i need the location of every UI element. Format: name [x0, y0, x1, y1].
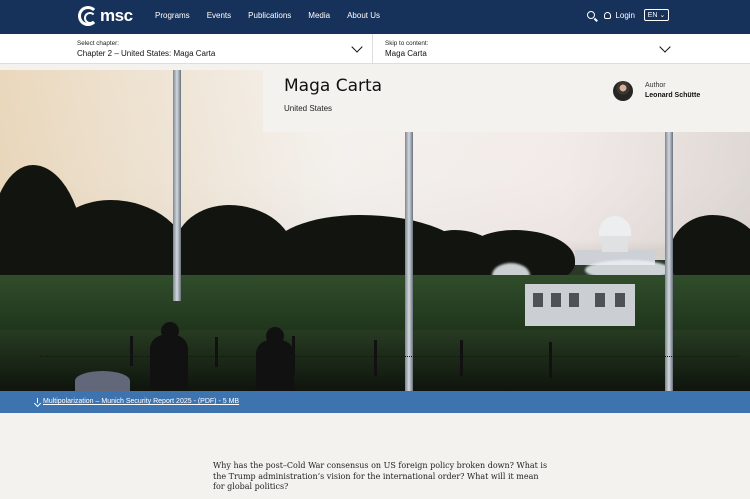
- user-icon: [604, 11, 612, 19]
- chapter-navigation: Select chapter: Chapter 2 – United State…: [0, 34, 750, 64]
- author-name[interactable]: Leonard Schütte: [645, 92, 700, 99]
- chevron-down-icon: ⌄: [659, 11, 666, 19]
- capitol-building-image: [575, 216, 655, 265]
- article-info-card: Maga Carta United States Author Leonard …: [263, 67, 750, 132]
- skip-content-value: Maga Carta: [385, 49, 427, 58]
- main-navigation: Programs Events Publications Media About…: [155, 11, 380, 20]
- barrier-post: [130, 336, 133, 366]
- nav-programs[interactable]: Programs: [155, 11, 190, 20]
- metal-pillar: [405, 132, 413, 391]
- nav-events[interactable]: Events: [207, 11, 231, 20]
- author-label: Author: [645, 82, 666, 89]
- barrier-post: [374, 340, 377, 376]
- seated-person-silhouette: [256, 327, 294, 391]
- login-label: Login: [615, 10, 635, 20]
- chapter-select-label: Select chapter:: [77, 40, 120, 47]
- download-icon: [34, 398, 41, 405]
- small-pavilion-building: [525, 284, 635, 326]
- person-head: [161, 322, 179, 340]
- msc-logo-icon: [78, 6, 98, 26]
- rope-barrier: [40, 356, 740, 357]
- top-navigation-bar: msc Programs Events Publications Media A…: [0, 0, 750, 34]
- article-country: United States: [284, 104, 333, 113]
- metal-pillar: [665, 132, 673, 391]
- skip-content-select[interactable]: Skip to content: Maga Carta: [373, 34, 750, 64]
- chapter-select[interactable]: Select chapter: Chapter 2 – United State…: [0, 34, 373, 64]
- metal-pillar: [173, 70, 181, 301]
- nav-publications[interactable]: Publications: [248, 11, 291, 20]
- report-download-link[interactable]: Multipolarization – Munich Security Repo…: [43, 398, 239, 405]
- header-actions: Login EN ⌄: [587, 9, 669, 21]
- barrier-post: [215, 337, 218, 367]
- login-button[interactable]: Login: [604, 11, 635, 20]
- logo-text: msc: [100, 6, 133, 25]
- barrier-post: [460, 340, 463, 376]
- chevron-down-icon: [659, 41, 671, 53]
- author-avatar[interactable]: [613, 81, 633, 101]
- chevron-down-icon: [351, 41, 363, 53]
- seated-person-silhouette: [150, 322, 188, 390]
- language-value: EN: [647, 11, 658, 19]
- bag-silhouette: [75, 371, 130, 391]
- search-icon[interactable]: [587, 11, 596, 19]
- language-selector[interactable]: EN ⌄: [644, 9, 669, 21]
- article-title: Maga Carta: [284, 76, 383, 96]
- person-head: [266, 327, 284, 345]
- msc-logo[interactable]: msc: [78, 4, 133, 28]
- chapter-select-value: Chapter 2 – United States: Maga Carta: [77, 49, 216, 58]
- nav-about-us[interactable]: About Us: [347, 11, 380, 20]
- nav-media[interactable]: Media: [308, 11, 330, 20]
- download-bar: Multipolarization – Munich Security Repo…: [0, 391, 750, 413]
- article-intro: Why has the post–Cold War consensus on U…: [213, 461, 548, 491]
- skip-content-label: Skip to content:: [385, 40, 429, 47]
- barrier-post: [549, 342, 552, 378]
